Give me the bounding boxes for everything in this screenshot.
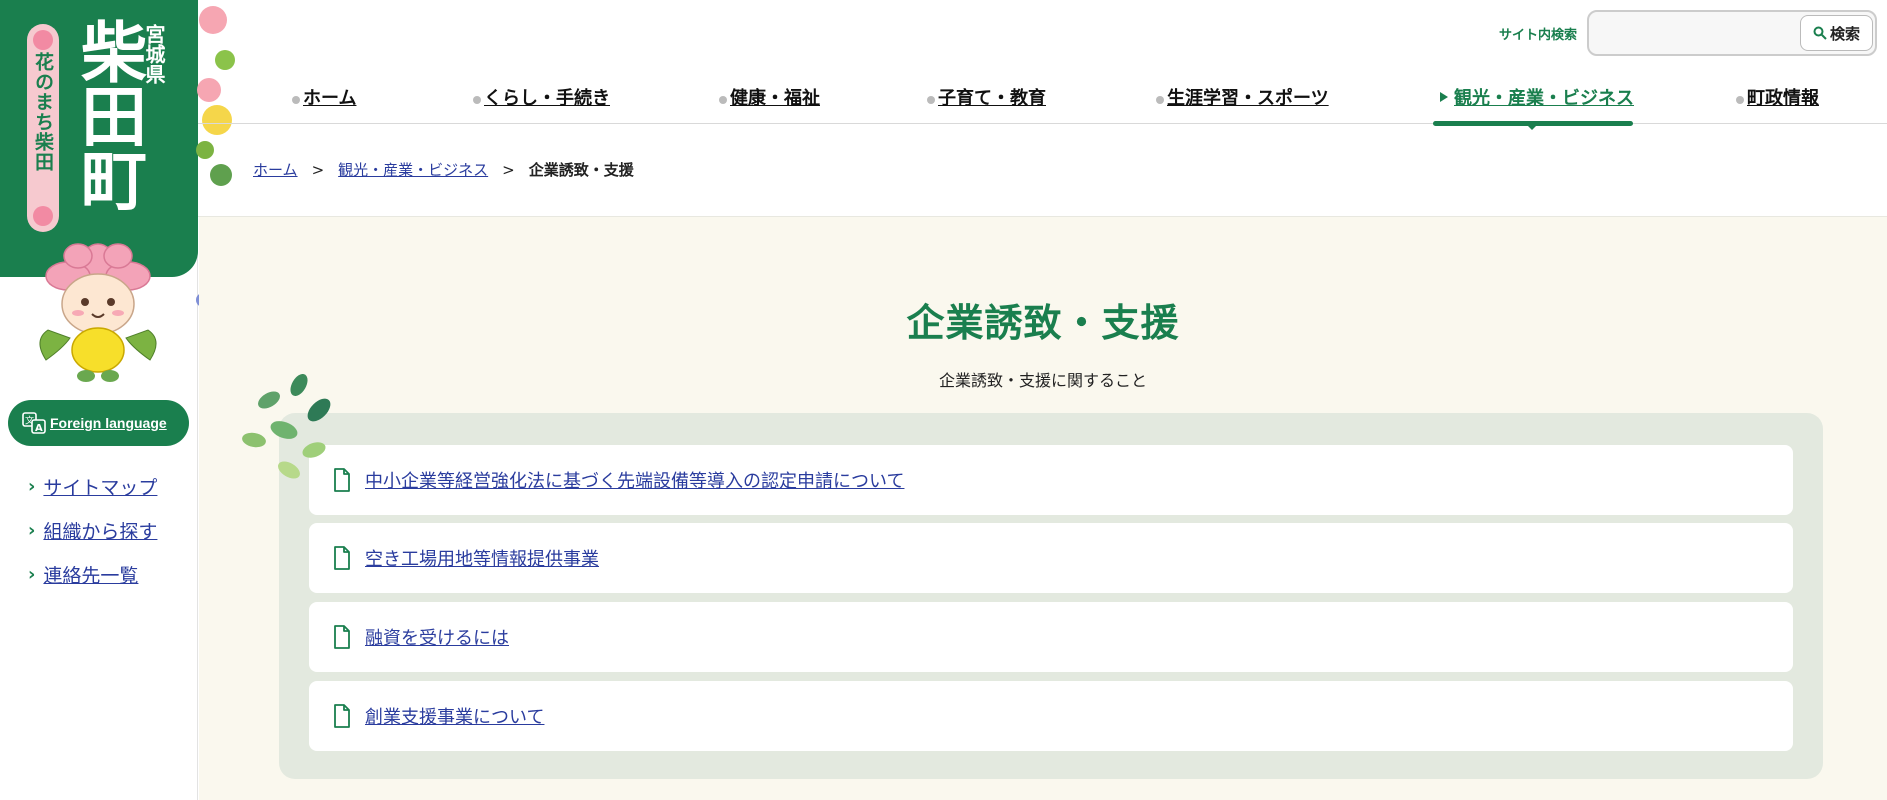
breadcrumb-separator: > xyxy=(311,160,325,179)
nav-active-notch xyxy=(1526,124,1538,130)
breadcrumb-separator: > xyxy=(502,160,515,179)
list-item[interactable]: 空き工場用地等情報提供事業 xyxy=(309,523,1793,593)
nav-item-label: 健康・福祉 xyxy=(730,88,820,109)
nav-item-childcare[interactable]: 子育て・教育 xyxy=(927,84,1046,110)
breadcrumb: ホーム > 観光・産業・ビジネス > 企業誘致・支援 xyxy=(253,159,634,180)
breadcrumb-current: 企業誘致・支援 xyxy=(528,161,634,179)
nav-item-tourism-industry[interactable]: 観光・産業・ビジネス xyxy=(1440,84,1634,110)
bullet-icon xyxy=(292,96,300,104)
site-logo[interactable]: 花のまち柴田 柴田町 宮城県 xyxy=(0,0,198,277)
page-title: 企業誘致・支援 xyxy=(906,301,1180,345)
search-button-label: 検索 xyxy=(1829,24,1860,43)
search-button[interactable]: 検索 xyxy=(1799,15,1873,51)
header-divider xyxy=(198,123,1887,124)
triangle-right-icon xyxy=(1440,92,1448,102)
sitemap-link[interactable]: サイトマップ xyxy=(43,473,157,500)
nav-item-living[interactable]: くらし・手続き xyxy=(473,84,610,110)
flower-icon xyxy=(33,206,53,226)
nav-item-town-administration[interactable]: 町政情報 xyxy=(1736,84,1819,110)
foreign-language-label: Foreign language xyxy=(50,415,167,431)
leaf-decoration xyxy=(242,374,331,479)
svg-text:A: A xyxy=(35,423,43,434)
nav-item-label: 生涯学習・スポーツ xyxy=(1167,88,1329,109)
nav-item-lifelong-learning[interactable]: 生涯学習・スポーツ xyxy=(1156,84,1329,110)
sidebar-links: › サイトマップ › 組織から探す › 連絡先一覧 xyxy=(28,464,157,596)
chevron-right-icon: › xyxy=(28,563,36,585)
global-nav: ホーム くらし・手続き 健康・福祉 子育て・教育 生涯学習・スポーツ 観光・産業… xyxy=(230,74,1870,124)
nav-item-label: 子育て・教育 xyxy=(938,88,1046,109)
translate-icon: 文 A xyxy=(22,412,46,434)
document-icon xyxy=(334,625,350,649)
list-item-link[interactable]: 中小企業等経営強化法に基づく先端設備等導入の認定申請について xyxy=(365,467,904,493)
nav-item-label: くらし・手続き xyxy=(484,88,610,109)
list-item-link[interactable]: 創業支援事業について xyxy=(365,703,544,729)
search-icon xyxy=(1813,26,1827,40)
logo-subtitle: 花のまち柴田 xyxy=(32,52,54,172)
nav-item-health[interactable]: 健康・福祉 xyxy=(719,84,820,110)
chevron-right-icon: › xyxy=(28,519,36,541)
document-icon xyxy=(334,546,350,570)
main-content: 企業誘致・支援 企業誘致・支援に関すること 中小企業等経営強化法に基づく先端設備… xyxy=(199,217,1887,800)
list-item[interactable]: 融資を受けるには xyxy=(309,602,1793,672)
bullet-icon xyxy=(1156,96,1164,104)
nav-item-home[interactable]: ホーム xyxy=(292,84,356,110)
search-label: サイト内検索 xyxy=(1498,27,1577,43)
search-input[interactable]: 検索 xyxy=(1587,10,1877,56)
link-list-panel: 中小企業等経営強化法に基づく先端設備等導入の認定申請について 空き工場用地等情報… xyxy=(279,413,1823,779)
foreign-language-button[interactable]: 文 A Foreign language xyxy=(8,400,189,446)
left-sidebar: 花のまち柴田 柴田町 宮城県 文 A Foreign language › サイ… xyxy=(0,0,198,800)
mascot-image xyxy=(39,243,157,382)
logo-prefecture: 宮城県 xyxy=(142,24,166,84)
bullet-icon xyxy=(1736,96,1744,104)
breadcrumb-tourism-industry[interactable]: 観光・産業・ビジネス xyxy=(338,159,488,180)
list-item[interactable]: 創業支援事業について xyxy=(309,681,1793,751)
sidebar-link-sitemap: › サイトマップ xyxy=(28,464,157,508)
bullet-icon xyxy=(927,96,935,104)
site-search: サイト内検索 検索 xyxy=(1499,10,1877,56)
contacts-link[interactable]: 連絡先一覧 xyxy=(43,561,138,588)
bullet-icon xyxy=(719,96,727,104)
breadcrumb-home[interactable]: ホーム xyxy=(253,159,298,180)
organization-link[interactable]: 組織から探す xyxy=(43,517,157,544)
nav-item-label: 町政情報 xyxy=(1747,88,1819,109)
page-description: 企業誘致・支援に関すること xyxy=(938,371,1147,390)
sidebar-link-contacts: › 連絡先一覧 xyxy=(28,552,157,596)
bullet-icon xyxy=(473,96,481,104)
document-icon xyxy=(334,704,350,728)
nav-item-label: ホーム xyxy=(303,88,357,109)
chevron-right-icon: › xyxy=(28,475,36,497)
list-item-link[interactable]: 空き工場用地等情報提供事業 xyxy=(365,545,599,571)
nav-item-label: 観光・産業・ビジネス xyxy=(1454,88,1634,109)
flower-icon xyxy=(33,30,53,50)
list-item-link[interactable]: 融資を受けるには xyxy=(365,624,509,650)
sidebar-link-organization: › 組織から探す xyxy=(28,508,157,552)
list-item[interactable]: 中小企業等経営強化法に基づく先端設備等導入の認定申請について xyxy=(309,445,1793,515)
